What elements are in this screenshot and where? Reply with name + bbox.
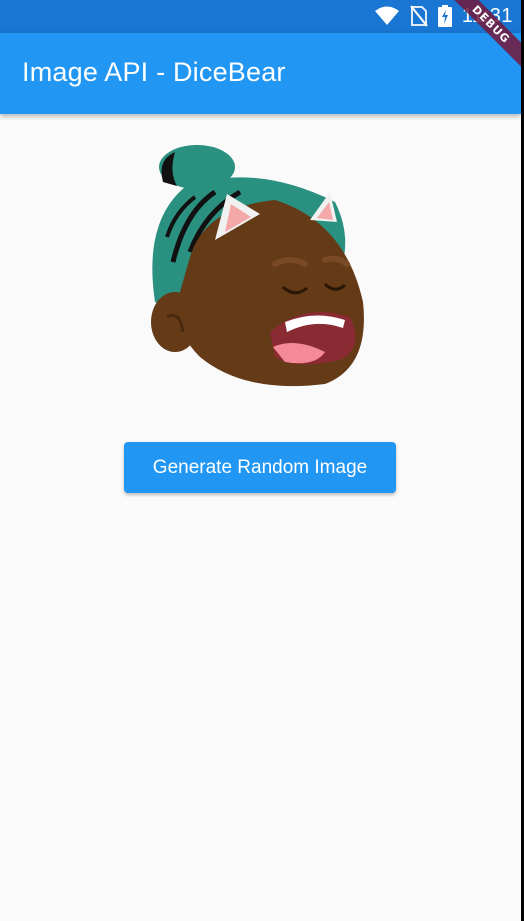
status-time: 11:31 (461, 4, 513, 27)
ear (151, 292, 199, 352)
no-sim-icon (410, 5, 428, 27)
avatar-image (145, 142, 375, 392)
battery-charging-icon (437, 5, 452, 27)
wifi-icon (374, 6, 399, 25)
generate-random-image-button[interactable]: Generate Random Image (124, 442, 396, 493)
app-bar: Image API - DiceBear (0, 33, 521, 114)
avatar-illustration (151, 145, 364, 387)
status-bar: 11:31 (0, 0, 521, 33)
status-icons: 11:31 (374, 4, 513, 28)
app-title: Image API - DiceBear (22, 57, 286, 87)
